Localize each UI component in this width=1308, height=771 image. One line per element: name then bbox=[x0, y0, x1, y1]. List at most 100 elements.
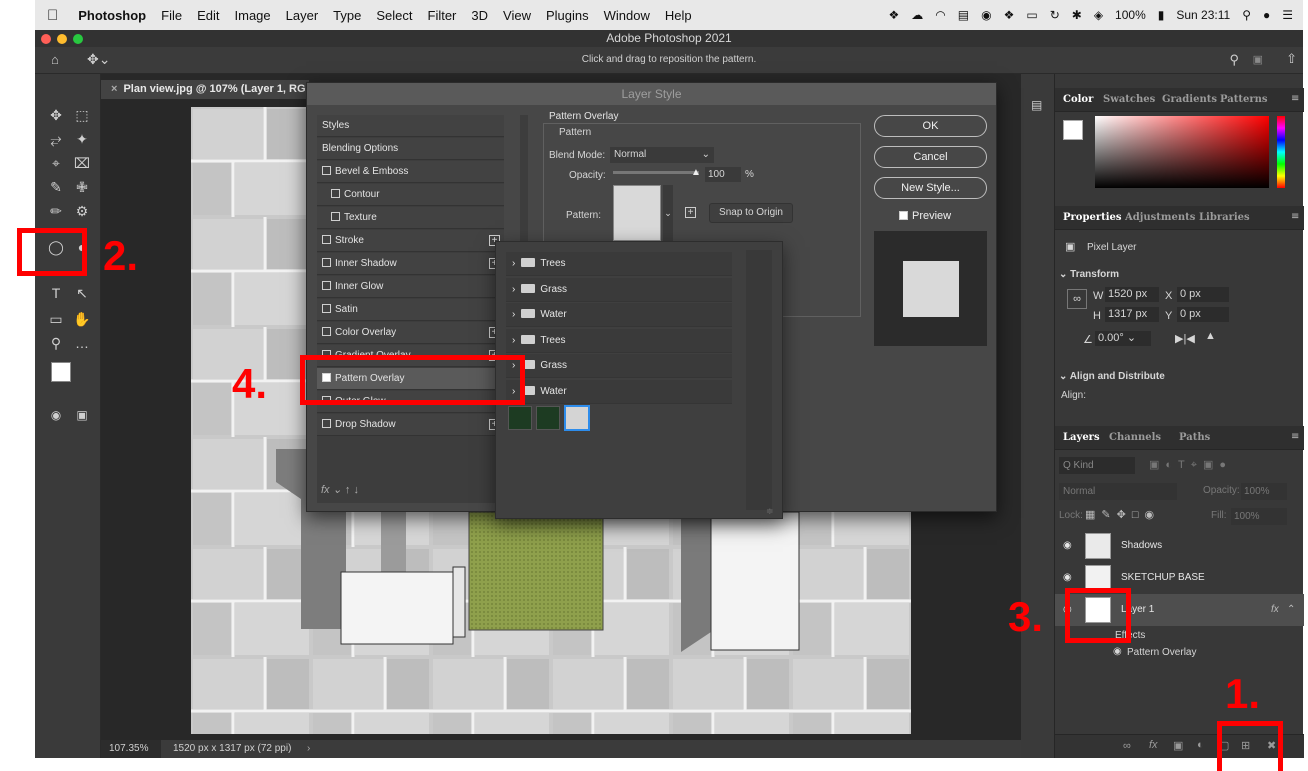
bluetooth-icon[interactable]: ✱ bbox=[1072, 8, 1082, 22]
x-field[interactable]: 0 px bbox=[1177, 287, 1229, 302]
add-mask-icon[interactable]: ▣ bbox=[1173, 739, 1183, 752]
type-tool-icon[interactable]: T bbox=[47, 284, 65, 302]
airplay-icon[interactable]: ▭ bbox=[1026, 8, 1037, 22]
pattern-folder-trees[interactable]: › Trees bbox=[506, 328, 732, 353]
style-checkbox[interactable] bbox=[331, 189, 340, 198]
close-window-button[interactable] bbox=[41, 34, 51, 44]
effect-pattern-overlay[interactable]: Pattern Overlay bbox=[1127, 647, 1196, 658]
creative-cloud-icon[interactable]: ◉ bbox=[981, 8, 991, 22]
tab-adjustments[interactable]: Adjustments bbox=[1125, 212, 1195, 223]
picker-scrollbar[interactable] bbox=[746, 250, 772, 510]
magic-wand-icon[interactable]: ✦ bbox=[73, 130, 91, 148]
pattern-folder-trees[interactable]: › Trees bbox=[506, 252, 732, 276]
opacity-slider-thumb[interactable]: ▲ bbox=[691, 167, 701, 178]
tab-color[interactable]: Color bbox=[1063, 94, 1093, 105]
style-checkbox[interactable] bbox=[322, 258, 331, 267]
tab-paths[interactable]: Paths bbox=[1179, 432, 1210, 443]
layer-filter-icons[interactable]: ▣◐T⌖▣● bbox=[1149, 458, 1232, 472]
more-tools-icon[interactable]: … bbox=[73, 334, 91, 352]
pattern-swatch[interactable] bbox=[613, 185, 661, 241]
style-item-blending-options[interactable]: Blending Options bbox=[317, 138, 504, 160]
menu-layer[interactable]: Layer bbox=[286, 8, 319, 23]
style-item-texture[interactable]: Texture bbox=[317, 207, 504, 229]
layer-row-shadows[interactable]: ◉ Shadows bbox=[1055, 530, 1304, 562]
transform-heading[interactable]: ⌄ Transform bbox=[1059, 269, 1119, 280]
properties-panel-menu-icon[interactable]: ≡ bbox=[1291, 211, 1299, 222]
menu-app-name[interactable]: Photoshop bbox=[78, 8, 146, 23]
link-layers-icon[interactable]: ∞ bbox=[1123, 740, 1131, 752]
menu-type[interactable]: Type bbox=[333, 8, 361, 23]
layer-kind-filter[interactable]: Q Kind bbox=[1059, 457, 1135, 474]
width-field[interactable]: 1520 px bbox=[1105, 287, 1159, 302]
zoom-level[interactable]: 107.35% bbox=[101, 740, 161, 758]
layer-opacity-field[interactable]: 100% bbox=[1241, 483, 1287, 500]
workspace-icon[interactable]: ▣ bbox=[1253, 53, 1263, 66]
tab-properties[interactable]: Properties bbox=[1063, 212, 1122, 223]
expand-chevron-icon[interactable]: › bbox=[512, 335, 515, 346]
lock-icons[interactable]: ▦✎✥□◉ bbox=[1085, 508, 1160, 521]
menu-view[interactable]: View bbox=[503, 8, 531, 23]
pattern-folder-grass[interactable]: › Grass bbox=[506, 277, 732, 302]
healing-brush-icon[interactable]: ✙ bbox=[73, 178, 91, 196]
hand-tool-icon[interactable]: ✋ bbox=[73, 310, 91, 328]
pattern-folder-water[interactable]: › Water bbox=[506, 303, 732, 327]
tab-layers[interactable]: Layers bbox=[1063, 432, 1100, 443]
style-checkbox[interactable] bbox=[322, 419, 331, 428]
control-center-icon[interactable]: ☰ bbox=[1282, 8, 1293, 22]
layers-panel-menu-icon[interactable]: ≡ bbox=[1291, 431, 1299, 442]
quick-mask-icon[interactable]: ◉ bbox=[47, 406, 65, 424]
expand-chevron-icon[interactable]: › bbox=[512, 309, 515, 320]
style-item-satin[interactable]: Satin bbox=[317, 299, 504, 321]
search-icon[interactable]: ⚲ bbox=[1229, 52, 1239, 68]
cancel-button[interactable]: Cancel bbox=[874, 146, 987, 168]
adjustment-layer-icon[interactable]: ◐ bbox=[1197, 739, 1204, 751]
cloud-icon[interactable]: ☁ bbox=[911, 8, 923, 22]
preview-checkbox[interactable]: Preview bbox=[899, 210, 951, 222]
move-tool-icon[interactable]: ✥ bbox=[47, 106, 65, 124]
lasso-tool-icon[interactable]: ⥂ bbox=[47, 130, 65, 148]
tab-patterns[interactable]: Patterns bbox=[1220, 94, 1268, 105]
style-item-bevel-emboss[interactable]: Bevel & Emboss bbox=[317, 161, 504, 183]
angle-field[interactable]: 0.00° ⌄ bbox=[1095, 331, 1151, 346]
rectangle-tool-icon[interactable]: ▭ bbox=[47, 310, 65, 328]
new-style-button[interactable]: New Style... bbox=[874, 177, 987, 199]
style-checkbox[interactable] bbox=[322, 281, 331, 290]
menu-help[interactable]: Help bbox=[665, 8, 692, 23]
extension-icon[interactable]: ❖ bbox=[1004, 8, 1015, 22]
collapse-effects-icon[interactable]: ⌃ bbox=[1287, 594, 1295, 626]
tab-swatches[interactable]: Swatches bbox=[1103, 94, 1155, 105]
document-tab[interactable]: × Plan view.jpg @ 107% (Layer 1, RGB/ bbox=[101, 80, 309, 99]
minimize-window-button[interactable] bbox=[57, 34, 67, 44]
menu-plugins[interactable]: Plugins bbox=[546, 8, 589, 23]
menu-edit[interactable]: Edit bbox=[197, 8, 219, 23]
style-checkbox[interactable] bbox=[322, 327, 331, 336]
siri-icon[interactable]: ● bbox=[1263, 8, 1270, 22]
menu-select[interactable]: Select bbox=[376, 8, 412, 23]
status-chevron-icon[interactable]: › bbox=[307, 740, 310, 758]
frame-tool-icon[interactable]: ⌧ bbox=[73, 154, 91, 172]
pattern-dropdown-icon[interactable]: ⌄ bbox=[663, 185, 673, 241]
flip-vertical-icon[interactable]: ▲ bbox=[1205, 330, 1216, 342]
dropbox-icon[interactable]: ❖ bbox=[889, 8, 900, 22]
path-selection-icon[interactable]: ↖ bbox=[73, 284, 91, 302]
style-checkbox[interactable] bbox=[322, 304, 331, 313]
brush-tool-icon[interactable]: ✏ bbox=[47, 202, 65, 220]
menu-image[interactable]: Image bbox=[235, 8, 271, 23]
add-style-icon[interactable]: fx bbox=[1149, 739, 1158, 751]
color-fg-swatch[interactable] bbox=[1063, 120, 1083, 140]
time-machine-icon[interactable]: ↻ bbox=[1050, 8, 1060, 22]
opacity-slider[interactable] bbox=[613, 171, 699, 174]
style-checkbox[interactable] bbox=[322, 235, 331, 244]
menu-filter[interactable]: Filter bbox=[428, 8, 457, 23]
fx-menu-icon[interactable]: fx ⌄ ↑ ↓ bbox=[321, 483, 359, 496]
style-item-contour[interactable]: Contour bbox=[317, 184, 504, 206]
wd-drive-icon[interactable]: ▤ bbox=[958, 8, 969, 22]
clone-stamp-icon[interactable]: ⚙ bbox=[73, 202, 91, 220]
style-item-inner-glow[interactable]: Inner Glow bbox=[317, 276, 504, 298]
pattern-thumb-trees[interactable] bbox=[508, 406, 532, 430]
style-item-stroke[interactable]: Stroke+ bbox=[317, 230, 504, 252]
pattern-folder-grass[interactable]: › Grass bbox=[506, 354, 732, 378]
screen-mode-icon[interactable]: ▣ bbox=[73, 406, 91, 424]
close-tab-icon[interactable]: × bbox=[111, 83, 117, 95]
spotlight-search-icon[interactable]: ⚲ bbox=[1242, 8, 1251, 22]
